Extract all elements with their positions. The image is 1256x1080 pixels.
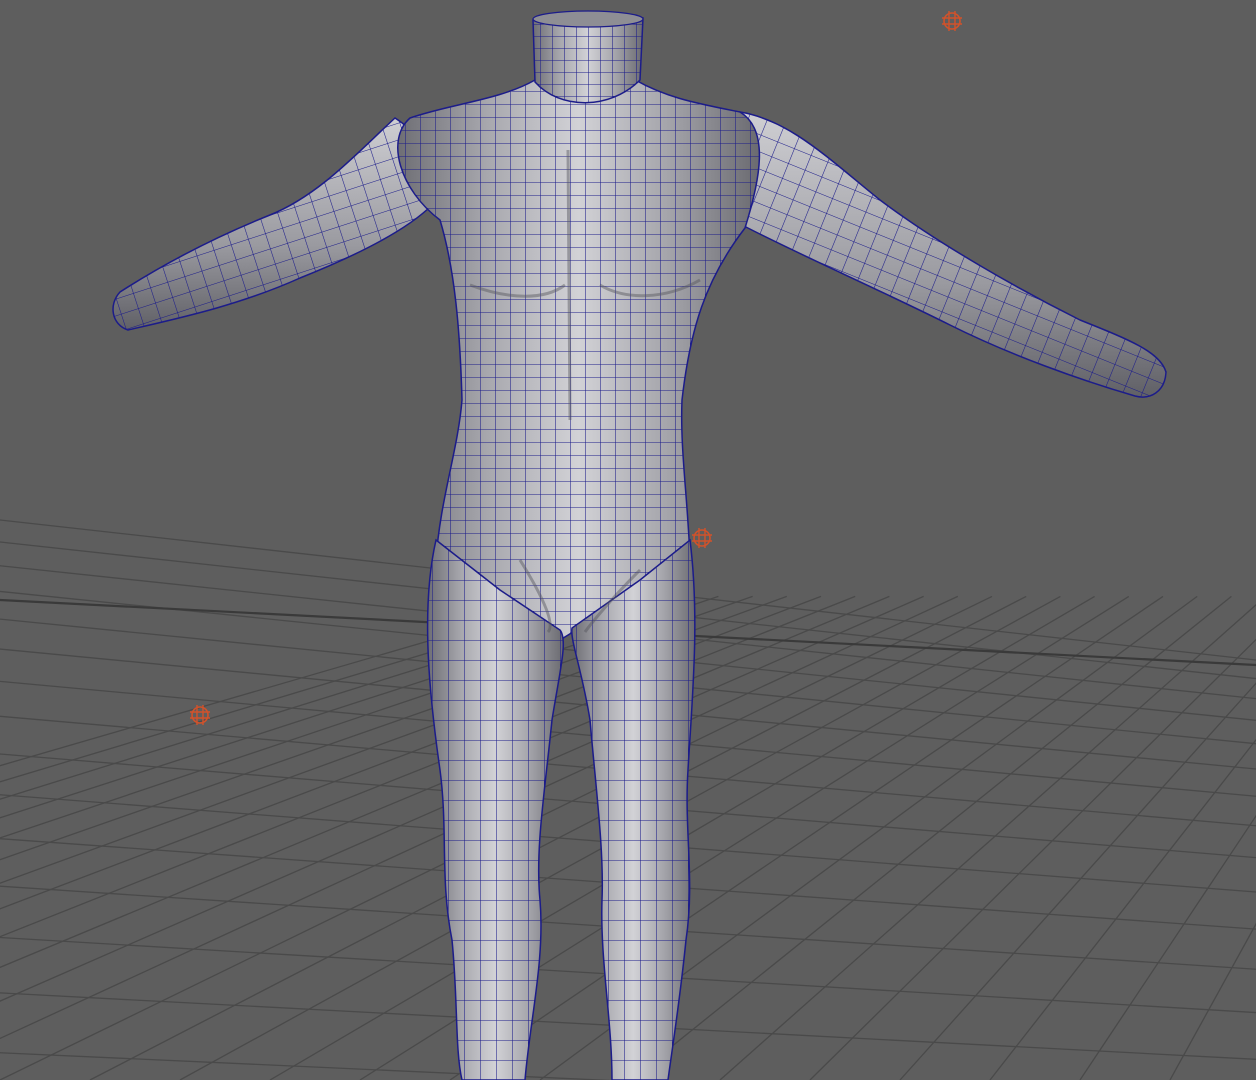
3d-viewport[interactable] [0, 0, 1256, 1080]
neck-mesh [532, 10, 644, 104]
